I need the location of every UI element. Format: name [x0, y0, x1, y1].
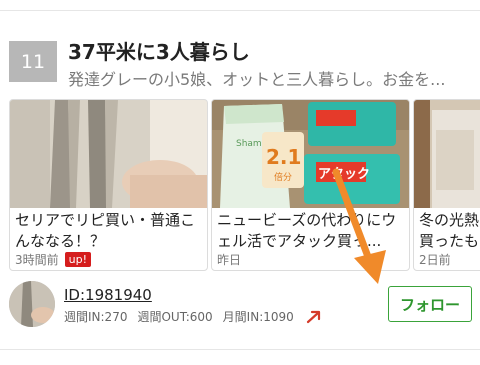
article-title-3[interactable]: 冬の光熱買ったも	[419, 210, 480, 252]
blog-description: 発達グレーの小5娘、オットと三人暮らし。お金を...	[68, 70, 446, 89]
blog-title[interactable]: 37平米に3人暮らし	[68, 36, 250, 65]
article-time-1: 3時間前	[15, 253, 59, 267]
blogger-avatar[interactable]	[9, 281, 55, 327]
article-meta-1: 3時間前 up!	[15, 251, 92, 268]
pouch-unit: 倍分	[274, 171, 292, 183]
top-divider	[0, 10, 480, 11]
article-thumbnail-1	[10, 100, 207, 208]
article-meta-3: 2日前	[419, 251, 451, 268]
bottom-divider	[0, 349, 480, 350]
detergent-label: アタック	[318, 167, 370, 182]
article-card-3[interactable]: 冬の光熱買ったも 2日前	[413, 99, 480, 271]
follow-button[interactable]: フォロー	[388, 286, 472, 322]
weekly-out-stat: 週間OUT:600	[137, 310, 213, 324]
article-meta-2: 昨日	[217, 251, 241, 268]
blogger-id-link[interactable]: ID:1981940	[64, 286, 152, 304]
trend-up-icon	[306, 310, 320, 323]
article-card-2[interactable]: Shampoo 2.1 倍分 アタック ニュービーズの代わりにウェル活でアタック…	[211, 99, 410, 271]
weekly-in-stat: 週間IN:270	[64, 310, 128, 324]
up-badge: up!	[64, 252, 92, 267]
article-time-3: 2日前	[419, 253, 451, 267]
rank-badge: 11	[9, 41, 57, 82]
article-title-2[interactable]: ニュービーズの代わりにウェル活でアタック買っ...	[217, 210, 407, 252]
monthly-in-stat: 月間IN:1090	[222, 310, 294, 324]
article-title-1[interactable]: セリアでリピ買い・普通こんななる！？	[15, 210, 205, 252]
pouch-number: 2.1	[266, 145, 301, 169]
article-thumbnail-2: Shampoo 2.1 倍分 アタック	[212, 100, 409, 208]
article-card-1[interactable]: セリアでリピ買い・普通こんななる！？ 3時間前 up!	[9, 99, 208, 271]
article-thumbnail-3	[414, 100, 480, 208]
blogger-stats: 週間IN:270 週間OUT:600 月間IN:1090	[64, 308, 322, 325]
article-time-2: 昨日	[217, 253, 242, 267]
